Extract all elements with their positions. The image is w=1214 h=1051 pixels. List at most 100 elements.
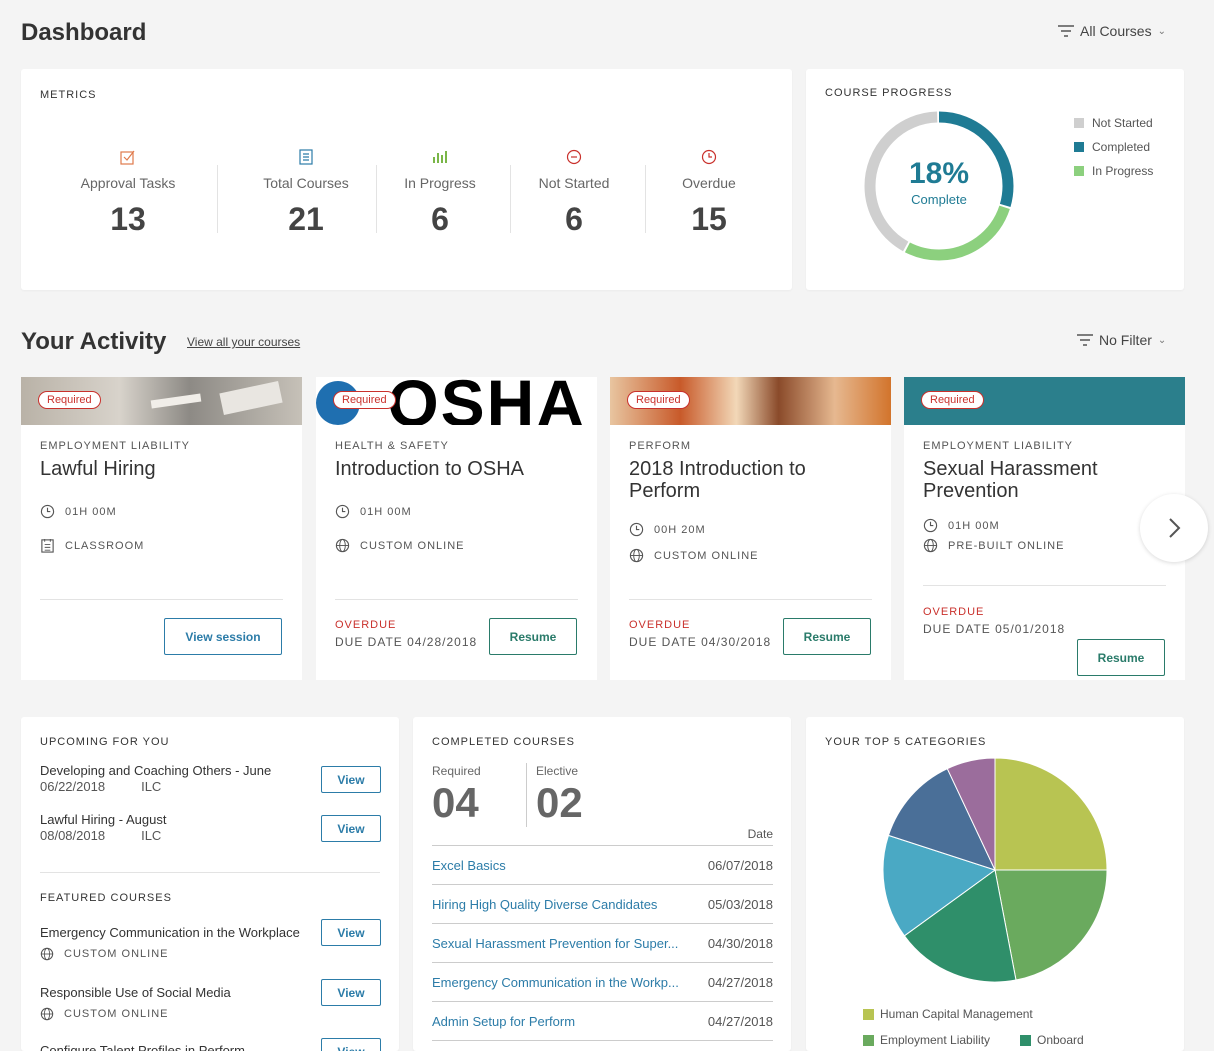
- view-button[interactable]: View: [321, 815, 381, 842]
- course-title: Lawful Hiring: [40, 458, 156, 480]
- clock-icon: [40, 504, 55, 519]
- globe-icon: [40, 1007, 54, 1021]
- required-count: 04: [432, 779, 479, 826]
- metrics-title: METRICS: [40, 89, 97, 101]
- course-filter[interactable]: All Courses ⌄: [1058, 23, 1166, 39]
- legend-label: Onboard: [1037, 1033, 1084, 1047]
- chevron-right-icon: [1169, 518, 1181, 538]
- globe-icon: [335, 538, 350, 553]
- course-category: HEALTH & SAFETY: [335, 440, 449, 452]
- filter-icon: [1058, 25, 1074, 37]
- completed-row[interactable]: Emergency Communication in the Workp... 0…: [432, 962, 773, 1001]
- completed-title: COMPLETED COURSES: [432, 736, 575, 748]
- chevron-down-icon: ⌄: [1157, 25, 1166, 37]
- metric-total-courses[interactable]: Total Courses 21: [246, 149, 366, 238]
- metric-value: 21: [288, 201, 324, 237]
- completed-course-link[interactable]: Admin Setup for Perform: [432, 1014, 575, 1029]
- view-button[interactable]: View: [321, 979, 381, 1006]
- completed-course-link[interactable]: Emergency Communication in the Workp...: [432, 975, 679, 990]
- legend-label: Completed: [1092, 140, 1151, 154]
- approval-check-icon: [120, 150, 135, 165]
- view-session-button[interactable]: View session: [164, 618, 282, 655]
- view-button[interactable]: View: [321, 1038, 381, 1051]
- divider: [40, 599, 283, 600]
- completed-course-link[interactable]: Excel Basics: [432, 858, 506, 873]
- legend-completed: Completed: [1074, 140, 1153, 154]
- course-banner-image: OSHA Required: [316, 377, 597, 425]
- categories-pie-chart: [882, 757, 1108, 983]
- view-button[interactable]: View: [321, 766, 381, 793]
- completed-course-link[interactable]: Sexual Harassment Prevention for Super..…: [432, 936, 678, 951]
- upcoming-item-date: 06/22/2018: [40, 779, 106, 794]
- overdue-label: OVERDUE: [335, 619, 397, 631]
- metric-not-started[interactable]: Not Started 6: [514, 149, 634, 238]
- divider: [40, 872, 380, 873]
- resume-button[interactable]: Resume: [489, 618, 577, 655]
- filter-icon: [1077, 334, 1093, 346]
- progress-legend: Not Started Completed In Progress: [1074, 116, 1153, 188]
- completed-row[interactable]: Hiring High Quality Diverse Candidates 05…: [432, 884, 773, 923]
- resume-button[interactable]: Resume: [783, 618, 871, 655]
- upcoming-card: UPCOMING FOR YOU Developing and Coaching…: [21, 717, 399, 1051]
- course-duration: 00H 20M: [629, 522, 706, 537]
- course-category: EMPLOYMENT LIABILITY: [40, 440, 191, 452]
- metric-overdue[interactable]: Overdue 15: [649, 149, 769, 238]
- legend-employment-liability: Employment Liability: [863, 1033, 990, 1047]
- completed-date: 05/03/2018: [707, 896, 773, 912]
- course-card[interactable]: Required EMPLOYMENT LIABILITY Lawful Hir…: [21, 377, 302, 680]
- metric-label: In Progress: [404, 175, 476, 191]
- divider: [923, 585, 1166, 586]
- resume-button[interactable]: Resume: [1077, 639, 1165, 676]
- course-banner-image: Required: [610, 377, 891, 425]
- completed-course-link[interactable]: Hiring High Quality Diverse Candidates: [432, 897, 657, 912]
- metric-label: Not Started: [538, 175, 610, 191]
- completed-date: 04/27/2018: [707, 1013, 773, 1029]
- due-date: DUE DATE 04/30/2018: [629, 635, 772, 649]
- metric-in-progress[interactable]: In Progress 6: [380, 149, 500, 238]
- metric-value: 13: [110, 201, 146, 237]
- legend-swatch: [863, 1034, 874, 1046]
- completed-date: 04/27/2018: [707, 974, 773, 990]
- upcoming-item-meta: 08/08/2018 ILC: [40, 828, 161, 843]
- featured-title: FEATURED COURSES: [40, 892, 172, 904]
- view-all-courses-link[interactable]: View all your courses: [187, 335, 300, 349]
- chevron-down-icon: ⌄: [1157, 334, 1167, 346]
- completed-row[interactable]: Sexual Harassment Prevention for Super..…: [432, 923, 773, 962]
- top-categories-title: YOUR TOP 5 CATEGORIES: [825, 736, 987, 748]
- clock-icon: [629, 522, 644, 537]
- completed-date: 06/07/2018: [707, 857, 773, 873]
- course-filter-label: All Courses: [1080, 23, 1152, 39]
- activity-title: Your Activity: [21, 328, 167, 355]
- metric-label: Total Courses: [263, 175, 349, 191]
- featured-item-title: Responsible Use of Social Media: [40, 985, 231, 1000]
- globe-icon: [629, 548, 644, 563]
- view-button[interactable]: View: [321, 919, 381, 946]
- activity-filter[interactable]: No Filter ⌄: [1077, 332, 1166, 348]
- upcoming-item-type: ILC: [141, 828, 162, 843]
- due-date: DUE DATE 04/28/2018: [335, 635, 478, 649]
- legend-not-started: Not Started: [1074, 116, 1153, 130]
- course-category: PERFORM: [629, 440, 691, 452]
- course-card[interactable]: OSHA Required HEALTH & SAFETY Introducti…: [316, 377, 597, 680]
- metric-divider: [217, 165, 218, 233]
- legend-label: Employment Liability: [880, 1033, 991, 1047]
- globe-icon: [40, 947, 54, 961]
- course-duration: 01H 00M: [923, 518, 1000, 533]
- course-card[interactable]: Required PERFORM 2018 Introduction to Pe…: [610, 377, 891, 680]
- metric-approval-tasks[interactable]: Approval Tasks 13: [68, 149, 188, 238]
- clock-icon: [923, 518, 938, 533]
- upcoming-title: UPCOMING FOR YOU: [40, 736, 170, 748]
- completed-row[interactable]: Excel Basics 06/07/2018: [432, 845, 773, 884]
- top-categories-card: YOUR TOP 5 CATEGORIES Human Capital Mana…: [806, 717, 1184, 1051]
- clock-icon: [335, 504, 350, 519]
- featured-item-title: Emergency Communication in the Workplace: [40, 925, 300, 940]
- course-duration: 01H 00M: [335, 504, 412, 519]
- carousel-next-button[interactable]: [1140, 494, 1208, 562]
- legend-label: Human Capital Management: [880, 1007, 1033, 1021]
- overdue-label: OVERDUE: [923, 606, 985, 618]
- metric-value: 15: [691, 201, 727, 237]
- progress-percent: 18%: [908, 157, 970, 190]
- legend-swatch: [1074, 166, 1084, 176]
- completed-row[interactable]: Admin Setup for Perform 04/27/2018: [432, 1001, 773, 1040]
- page-title: Dashboard: [21, 19, 147, 46]
